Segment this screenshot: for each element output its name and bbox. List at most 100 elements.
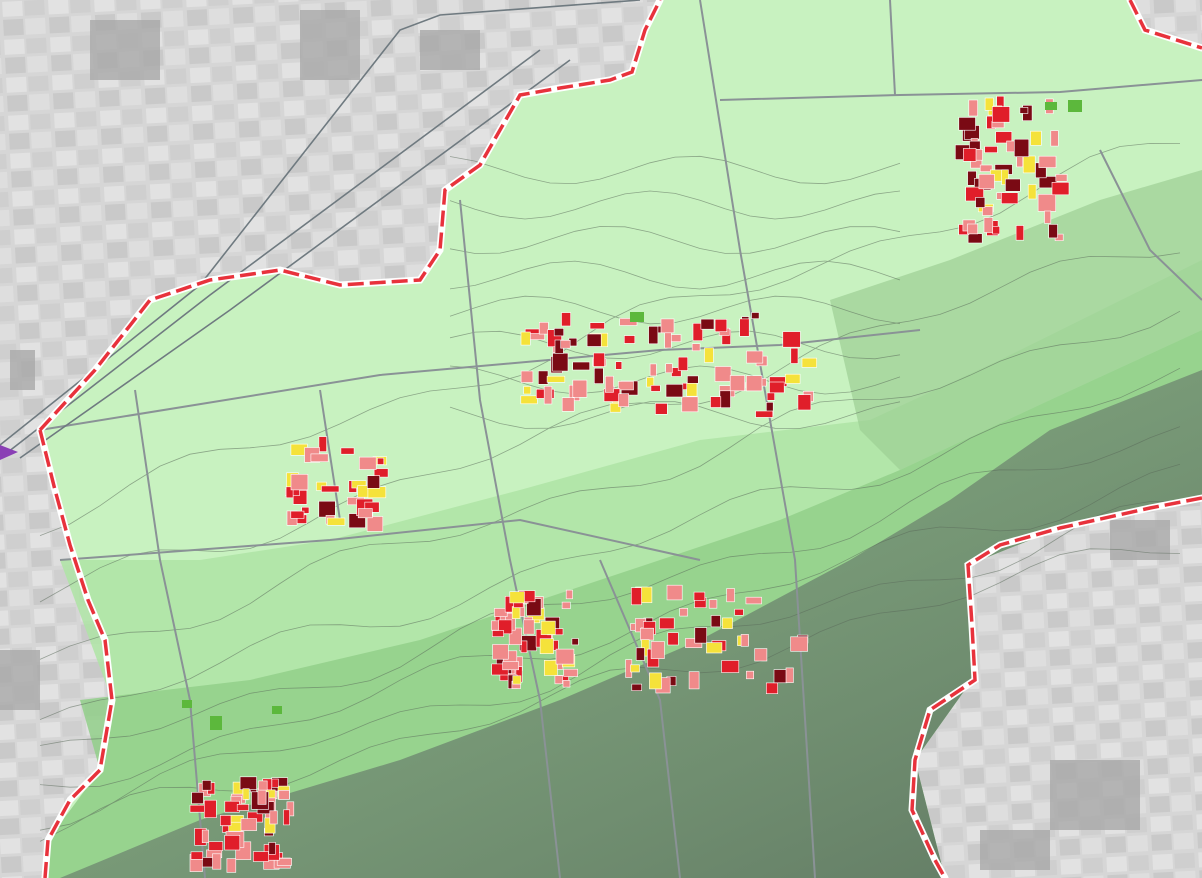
building[interactable] [572, 379, 588, 398]
building[interactable] [664, 332, 672, 349]
building[interactable] [523, 619, 535, 635]
building[interactable] [604, 375, 614, 393]
building[interactable] [201, 829, 209, 843]
building[interactable] [491, 630, 504, 637]
building[interactable] [785, 667, 794, 683]
building[interactable] [269, 810, 278, 825]
building[interactable] [572, 361, 591, 371]
building[interactable] [208, 841, 224, 851]
building[interactable] [726, 588, 735, 603]
building[interactable] [358, 456, 377, 470]
building[interactable] [1030, 130, 1042, 146]
building[interactable] [189, 804, 207, 813]
building[interactable] [268, 842, 276, 855]
green-plot[interactable] [1068, 100, 1082, 112]
building[interactable] [563, 668, 579, 677]
building[interactable] [240, 818, 257, 831]
building[interactable] [271, 778, 279, 788]
green-plot[interactable] [182, 700, 192, 708]
building[interactable] [694, 627, 707, 644]
building[interactable] [1050, 130, 1059, 147]
building[interactable] [773, 669, 788, 684]
building[interactable] [509, 591, 525, 604]
building[interactable] [660, 318, 675, 334]
building[interactable] [520, 395, 538, 405]
building[interactable] [700, 318, 715, 330]
building[interactable] [586, 333, 602, 347]
building[interactable] [729, 375, 746, 392]
building[interactable] [1015, 225, 1024, 241]
building[interactable] [708, 599, 718, 609]
building[interactable] [239, 776, 257, 790]
building[interactable] [710, 615, 721, 628]
building[interactable] [722, 617, 733, 629]
building[interactable] [782, 331, 801, 348]
building[interactable] [719, 390, 731, 408]
building[interactable] [665, 363, 673, 374]
building[interactable] [204, 799, 217, 819]
building[interactable] [190, 851, 203, 860]
building[interactable] [667, 632, 679, 646]
building[interactable] [561, 601, 571, 609]
building[interactable] [561, 312, 571, 327]
building[interactable] [755, 410, 774, 418]
building[interactable] [1055, 174, 1068, 182]
building[interactable] [754, 648, 768, 662]
building[interactable] [321, 485, 340, 493]
building[interactable] [765, 682, 778, 695]
building[interactable] [1001, 192, 1019, 204]
map-view[interactable] [0, 0, 1202, 878]
building[interactable] [766, 392, 775, 401]
building[interactable] [681, 396, 699, 413]
building[interactable] [739, 318, 750, 337]
map-canvas[interactable] [0, 0, 1202, 878]
building[interactable] [740, 634, 749, 647]
building[interactable] [686, 375, 699, 384]
building[interactable] [650, 641, 665, 659]
building[interactable] [679, 607, 688, 617]
building[interactable] [991, 106, 1010, 123]
building[interactable] [967, 233, 983, 244]
building[interactable] [377, 457, 385, 465]
building[interactable] [1019, 107, 1029, 114]
building[interactable] [992, 226, 1001, 235]
building[interactable] [253, 851, 269, 862]
building[interactable] [721, 660, 740, 673]
building[interactable] [366, 475, 380, 489]
building[interactable] [688, 671, 700, 690]
building[interactable] [665, 383, 684, 398]
building[interactable] [704, 347, 714, 363]
building[interactable] [734, 608, 744, 616]
green-plot[interactable] [210, 716, 222, 730]
building[interactable] [640, 627, 654, 641]
building[interactable] [537, 370, 549, 385]
building[interactable] [191, 791, 204, 804]
building[interactable] [1013, 138, 1030, 157]
building[interactable] [1005, 178, 1021, 192]
building[interactable] [520, 370, 534, 383]
building[interactable] [553, 328, 565, 337]
building[interactable] [797, 394, 812, 411]
building[interactable] [552, 352, 569, 372]
building[interactable] [593, 352, 605, 367]
building[interactable] [540, 620, 556, 635]
building[interactable] [318, 436, 327, 452]
building[interactable] [975, 197, 986, 208]
building[interactable] [555, 648, 575, 665]
building[interactable] [1022, 155, 1036, 174]
building[interactable] [631, 683, 642, 691]
building[interactable] [538, 321, 549, 335]
building[interactable] [565, 589, 573, 600]
building[interactable] [290, 473, 309, 491]
building[interactable] [655, 403, 668, 415]
building[interactable] [618, 393, 629, 408]
building[interactable] [327, 517, 346, 526]
green-plot[interactable] [272, 706, 282, 714]
building[interactable] [635, 647, 645, 661]
building[interactable] [212, 853, 222, 870]
building[interactable] [801, 357, 817, 368]
building[interactable] [1051, 182, 1070, 196]
building[interactable] [648, 325, 659, 345]
building[interactable] [714, 318, 728, 332]
building[interactable] [1016, 156, 1024, 168]
